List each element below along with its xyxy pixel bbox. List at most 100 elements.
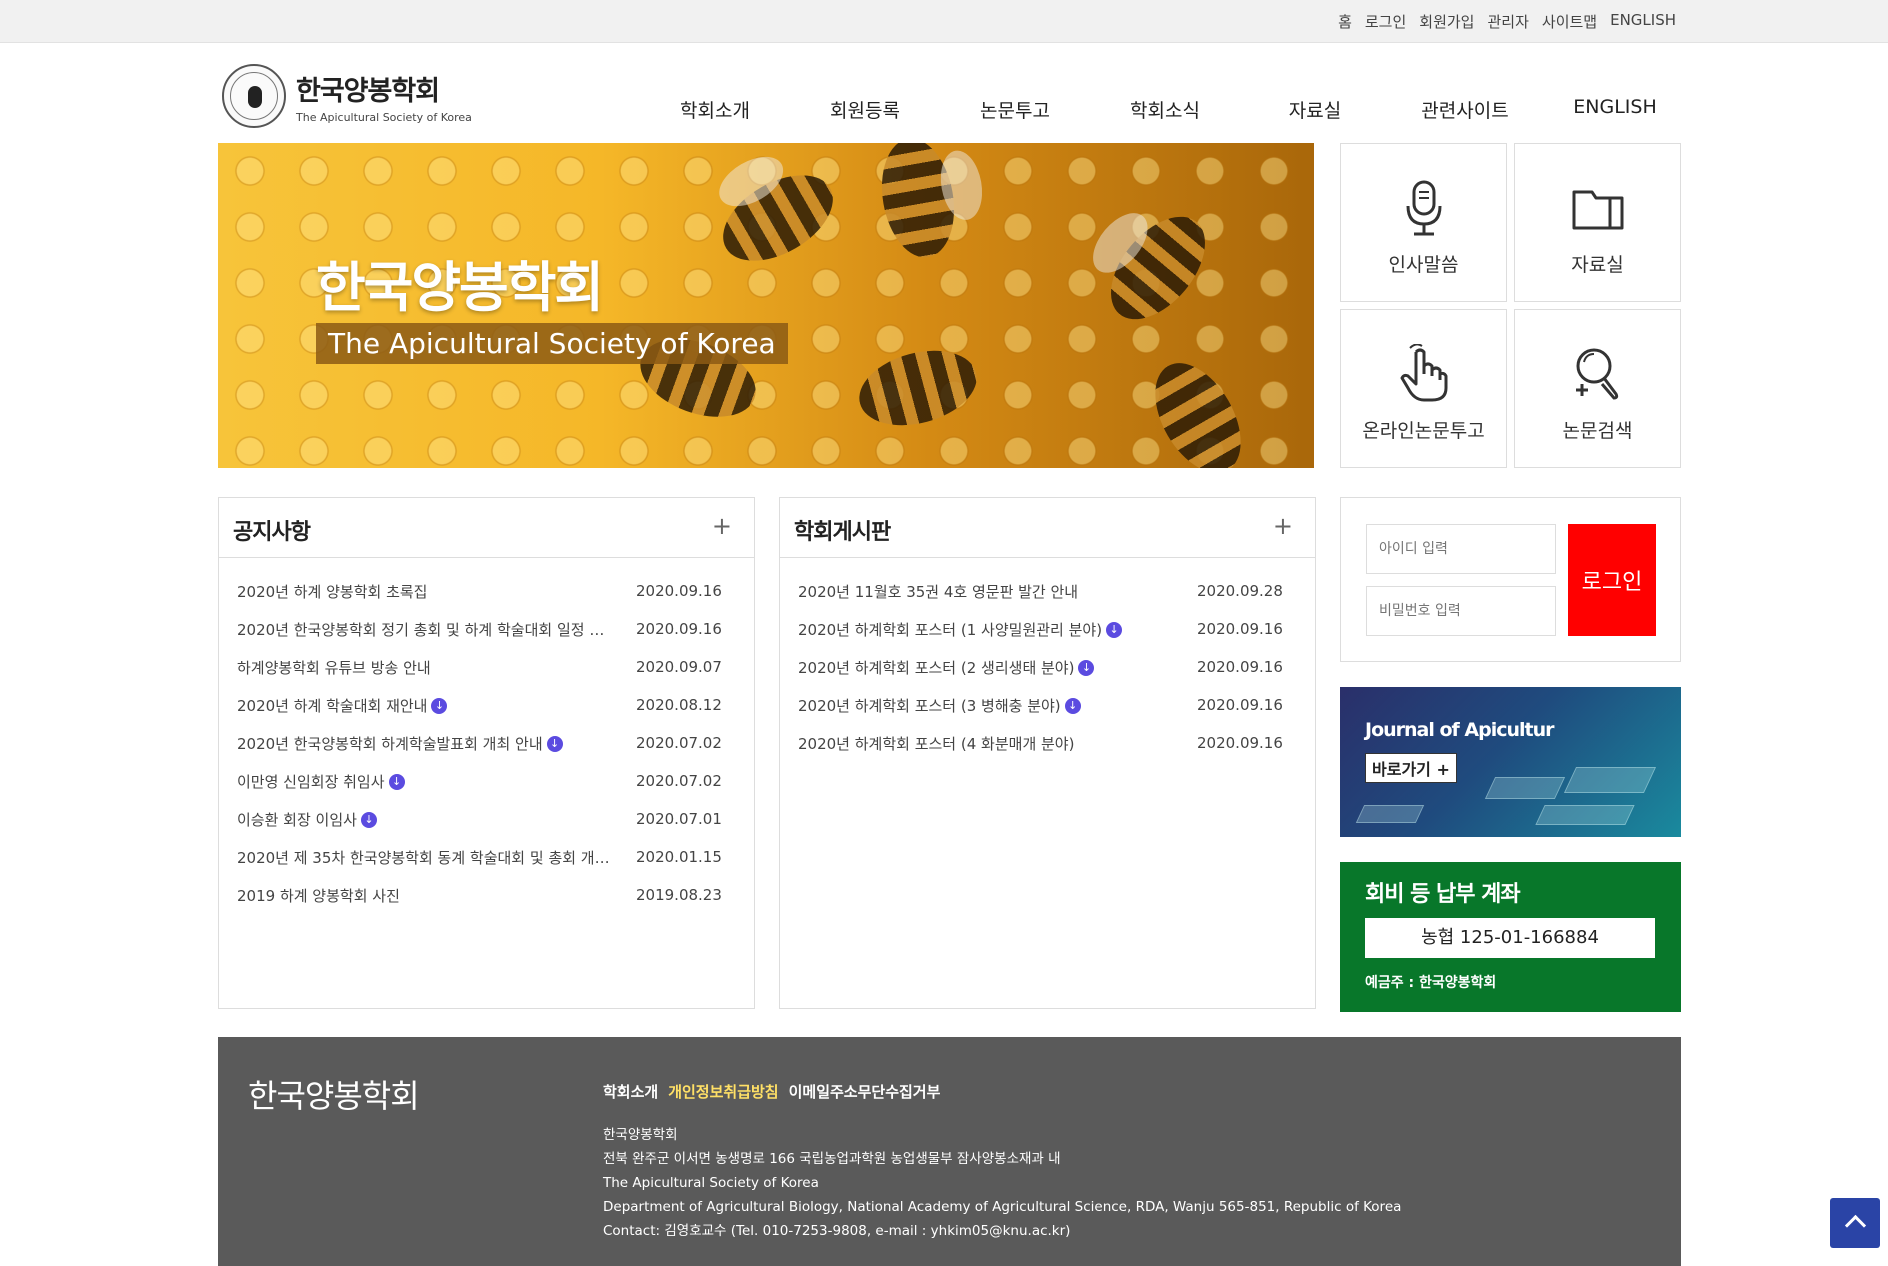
post-title[interactable]: 2020년 하계학회 포스터 (2 생리생태 분야) ↓ bbox=[798, 657, 1197, 678]
post-date: 2020.08.12 bbox=[636, 696, 722, 714]
admin-link[interactable]: 관리자 bbox=[1487, 11, 1528, 32]
join-link[interactable]: 회원가입 bbox=[1419, 11, 1474, 32]
folder-icon bbox=[1572, 190, 1623, 230]
decorative-glass-tile bbox=[1484, 777, 1566, 799]
nav-english[interactable]: ENGLISH bbox=[1540, 96, 1690, 123]
utility-links: 홈 로그인 회원가입 관리자 사이트맵 ENGLISH bbox=[1338, 11, 1676, 32]
post-title[interactable]: 2020년 하계학회 포스터 (1 사양밀원관리 분야) ↓ bbox=[798, 619, 1197, 640]
footer-link-about[interactable]: 학회소개 bbox=[603, 1081, 658, 1102]
post-title-text: 2020년 하계 학술대회 재안내 bbox=[237, 696, 428, 715]
list-item[interactable]: 하계양봉학회 유튜브 방송 안내 2020.09.07 bbox=[219, 648, 754, 686]
post-title[interactable]: 2020년 한국양봉학회 하계학술발표회 개최 안내 ↓ bbox=[237, 733, 636, 754]
list-item[interactable]: 2020년 제 35차 한국양봉학회 동계 학술대회 및 총회 개최 안내 202… bbox=[219, 838, 754, 876]
download-icon[interactable]: ↓ bbox=[388, 774, 405, 790]
list-item[interactable]: 2020년 하계학회 포스터 (4 화분매개 분야) 2020.09.16 bbox=[780, 724, 1315, 762]
post-title-text: 2020년 하계학회 포스터 (4 화분매개 분야) bbox=[798, 734, 1075, 753]
post-title-text: 2020년 하계학회 포스터 (1 사양밀원관리 분야) bbox=[798, 620, 1103, 639]
society-board: 학회게시판 + 2020년 11월호 35권 4호 영문판 발간 안내 2020.… bbox=[779, 497, 1316, 1009]
list-item[interactable]: 2020년 한국양봉학회 정기 총회 및 하계 학술대회 일정 안내 2020.0… bbox=[219, 610, 754, 648]
post-title-text: 2020년 하계학회 포스터 (2 생리생태 분야) bbox=[798, 658, 1075, 677]
login-button[interactable]: 로그인 bbox=[1568, 524, 1656, 636]
post-date: 2020.01.15 bbox=[636, 848, 722, 866]
post-date: 2019.08.23 bbox=[636, 886, 722, 904]
nav-submission[interactable]: 논문투고 bbox=[940, 96, 1090, 123]
english-link[interactable]: ENGLISH bbox=[1610, 11, 1676, 32]
journal-banner[interactable]: Journal of Apicultur 바로가기 + bbox=[1340, 687, 1681, 837]
nav-membership[interactable]: 회원등록 bbox=[790, 96, 940, 123]
login-box: 로그인 bbox=[1340, 497, 1681, 662]
post-title[interactable]: 이만영 신임회장 취임사 ↓ bbox=[237, 771, 636, 792]
scroll-to-top-button[interactable] bbox=[1830, 1198, 1880, 1248]
post-title-text: 2020년 하계 양봉학회 초록집 bbox=[237, 582, 428, 601]
id-input[interactable] bbox=[1366, 524, 1556, 574]
account-number: 농협 125-01-166884 bbox=[1365, 918, 1655, 958]
list-item[interactable]: 2019 하계 양봉학회 사진 2019.08.23 bbox=[219, 876, 754, 914]
hero-banner: 한국양봉학회 The Apicultural Society of Korea bbox=[218, 143, 1314, 468]
footer-logo: 한국양봉학회 bbox=[248, 1077, 420, 1115]
nav-archive[interactable]: 자료실 bbox=[1240, 96, 1390, 123]
post-title[interactable]: 하계양봉학회 유튜브 방송 안내 bbox=[237, 657, 636, 678]
post-title[interactable]: 2020년 하계 학술대회 재안내 ↓ bbox=[237, 695, 636, 716]
journal-title: Journal of Apicultur bbox=[1365, 719, 1555, 741]
nav-related-sites[interactable]: 관련사이트 bbox=[1390, 96, 1540, 123]
list-item[interactable]: 이승환 회장 이임사 ↓ 2020.07.01 bbox=[219, 800, 754, 838]
footer-link-email-policy[interactable]: 이메일주소무단수집거부 bbox=[789, 1081, 941, 1102]
footer-line: Contact: 김영호교수 (Tel. 010-7253-9808, e-ma… bbox=[603, 1223, 1071, 1239]
tile-online-submission-label: 온라인논문투고 bbox=[1362, 420, 1485, 442]
hand-pointer-icon bbox=[1400, 344, 1447, 402]
login-link[interactable]: 로그인 bbox=[1365, 11, 1406, 32]
footer-info: 한국양봉학회 전북 완주군 이서면 농생명로 166 국립농업과학원 농업생물부… bbox=[603, 1123, 1401, 1243]
journal-link-button[interactable]: 바로가기 + bbox=[1365, 753, 1457, 783]
magnifier-icon bbox=[1575, 348, 1618, 400]
site-logo[interactable]: 한국양봉학회 The Apicultural Society of Korea bbox=[222, 64, 472, 128]
tile-paper-search[interactable]: 논문검색 bbox=[1514, 309, 1681, 468]
download-icon[interactable]: ↓ bbox=[546, 736, 563, 752]
download-icon[interactable]: ↓ bbox=[1106, 622, 1123, 638]
post-title[interactable]: 2020년 11월호 35권 4호 영문판 발간 안내 bbox=[798, 581, 1197, 602]
list-item[interactable]: 2020년 한국양봉학회 하계학술발표회 개최 안내 ↓ 2020.07.02 bbox=[219, 724, 754, 762]
sitemap-link[interactable]: 사이트맵 bbox=[1542, 11, 1597, 32]
list-item[interactable]: 2020년 하계학회 포스터 (3 병해충 분야) ↓ 2020.09.16 bbox=[780, 686, 1315, 724]
post-title[interactable]: 2020년 제 35차 한국양봉학회 동계 학술대회 및 총회 개최 안내 bbox=[237, 847, 636, 868]
post-title[interactable]: 2020년 하계학회 포스터 (3 병해충 분야) ↓ bbox=[798, 695, 1197, 716]
post-date: 2020.07.01 bbox=[636, 810, 722, 828]
nav-news[interactable]: 학회소식 bbox=[1090, 96, 1240, 123]
hero-subtitle: The Apicultural Society of Korea bbox=[316, 323, 788, 364]
download-icon[interactable]: ↓ bbox=[1078, 660, 1095, 676]
tile-online-submission[interactable]: 온라인논문투고 bbox=[1340, 309, 1507, 468]
password-input[interactable] bbox=[1366, 586, 1556, 636]
home-link[interactable]: 홈 bbox=[1338, 11, 1352, 32]
list-item[interactable]: 2020년 하계학회 포스터 (2 생리생태 분야) ↓ 2020.09.16 bbox=[780, 648, 1315, 686]
society-board-more-icon[interactable]: + bbox=[1273, 512, 1293, 540]
footer-links: 학회소개 개인정보취급방침 이메일주소무단수집거부 bbox=[603, 1081, 940, 1102]
logo-name-ko: 한국양봉학회 bbox=[296, 75, 440, 107]
post-title-text: 이승환 회장 이임사 bbox=[237, 810, 357, 829]
list-item[interactable]: 2020년 하계학회 포스터 (1 사양밀원관리 분야) ↓ 2020.09.16 bbox=[780, 610, 1315, 648]
notice-more-icon[interactable]: + bbox=[712, 512, 732, 540]
post-date: 2020.09.16 bbox=[1197, 696, 1283, 714]
post-title[interactable]: 2020년 한국양봉학회 정기 총회 및 하계 학술대회 일정 안내 bbox=[237, 619, 636, 640]
post-title[interactable]: 이승환 회장 이임사 ↓ bbox=[237, 809, 636, 830]
list-item[interactable]: 이만영 신임회장 취임사 ↓ 2020.07.02 bbox=[219, 762, 754, 800]
footer-line: 한국양봉학회 bbox=[603, 1127, 678, 1143]
post-title-text: 2019 하계 양봉학회 사진 bbox=[237, 886, 400, 905]
tile-archive[interactable]: 자료실 bbox=[1514, 143, 1681, 302]
post-date: 2020.07.02 bbox=[636, 734, 722, 752]
download-icon[interactable]: ↓ bbox=[431, 698, 448, 714]
tile-greeting[interactable]: 인사말씀 bbox=[1340, 143, 1507, 302]
payment-account-box: 회비 등 납부 계좌 농협 125-01-166884 예금주 : 한국양봉학회 bbox=[1340, 862, 1681, 1012]
list-item[interactable]: 2020년 하계 학술대회 재안내 ↓ 2020.08.12 bbox=[219, 686, 754, 724]
post-title-text: 2020년 한국양봉학회 하계학술발표회 개최 안내 bbox=[237, 734, 543, 753]
post-title[interactable]: 2019 하계 양봉학회 사진 bbox=[237, 885, 636, 906]
download-icon[interactable]: ↓ bbox=[1064, 698, 1081, 714]
download-icon[interactable]: ↓ bbox=[360, 812, 377, 828]
nav-about[interactable]: 학회소개 bbox=[640, 96, 790, 123]
post-date: 2020.07.02 bbox=[636, 772, 722, 790]
decorative-glass-tile bbox=[1563, 767, 1657, 793]
notice-title: 공지사항 bbox=[233, 520, 311, 545]
post-title[interactable]: 2020년 하계 양봉학회 초록집 bbox=[237, 581, 636, 602]
list-item[interactable]: 2020년 11월호 35권 4호 영문판 발간 안내 2020.09.28 bbox=[780, 572, 1315, 610]
list-item[interactable]: 2020년 하계 양봉학회 초록집 2020.09.16 bbox=[219, 572, 754, 610]
post-title[interactable]: 2020년 하계학회 포스터 (4 화분매개 분야) bbox=[798, 733, 1197, 754]
footer-link-privacy[interactable]: 개인정보취급방침 bbox=[668, 1081, 778, 1102]
